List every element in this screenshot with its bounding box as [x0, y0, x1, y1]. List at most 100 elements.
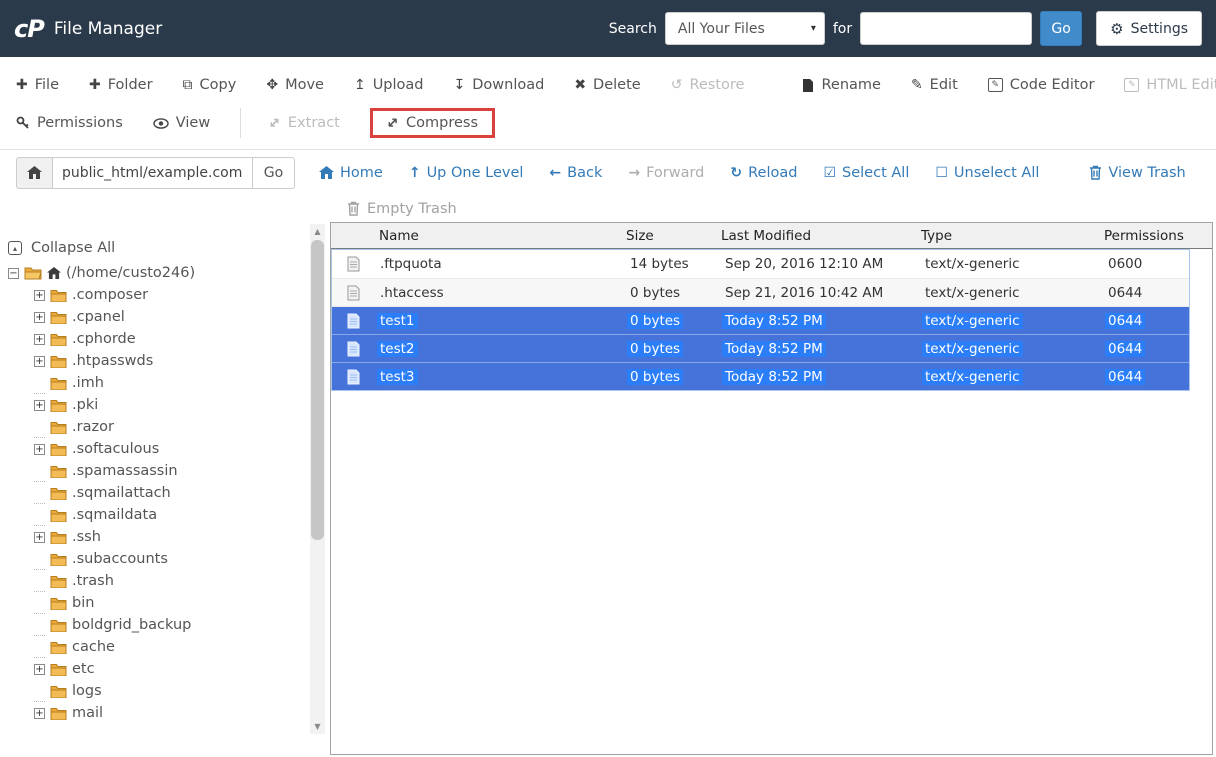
back-link[interactable]: ← Back	[549, 165, 602, 181]
expand-icon[interactable]	[34, 400, 45, 411]
tree-item[interactable]: boldgrid_backup	[0, 614, 330, 636]
tree-item[interactable]: .spamassassin	[0, 460, 330, 482]
column-header-name[interactable]: Name	[379, 228, 626, 244]
tree-item-label: .ssh	[72, 529, 101, 545]
file-button[interactable]: ✚ File	[16, 77, 59, 93]
tree-item[interactable]: .imh	[0, 372, 330, 394]
scrollbar-up-icon[interactable]: ▲	[310, 224, 325, 239]
scrollbar-down-icon[interactable]: ▼	[310, 719, 325, 734]
tree-item-label: .cphorde	[72, 331, 136, 347]
tree-item[interactable]: cache	[0, 636, 330, 658]
tree-item[interactable]: logs	[0, 680, 330, 702]
up-one-level-link[interactable]: ↑ Up One Level	[409, 165, 524, 181]
tree-item[interactable]: .sqmailattach	[0, 482, 330, 504]
compress-button[interactable]: ↔ Compress	[370, 108, 495, 138]
home-link[interactable]: Home	[319, 165, 383, 181]
tree-item[interactable]: .cphorde	[0, 328, 330, 350]
tree-item[interactable]: .razor	[0, 416, 330, 438]
permissions-button[interactable]: Permissions	[16, 115, 123, 131]
arrow-up-icon: ↑	[409, 165, 421, 181]
tree-item[interactable]: bin	[0, 592, 330, 614]
download-button[interactable]: ↧ Download	[454, 77, 545, 93]
settings-button[interactable]: ⚙ Settings	[1096, 11, 1202, 46]
view-button[interactable]: View	[153, 115, 210, 131]
folder-icon	[50, 487, 67, 500]
collapse-all-button[interactable]: ▴ Collapse All	[0, 236, 330, 262]
brand: cP File Manager	[14, 15, 162, 43]
move-button[interactable]: ✥ Move	[266, 77, 324, 93]
view-trash-link[interactable]: View Trash	[1089, 165, 1185, 181]
pencil-icon: ✎	[911, 77, 923, 93]
tree-item[interactable]: etc	[0, 658, 330, 680]
path-group: Go	[16, 157, 295, 189]
collapse-expander[interactable]	[8, 268, 19, 279]
download-label: Download	[472, 77, 544, 93]
table-row-selected[interactable]: test2 0 bytes Today 8:52 PM text/x-gener…	[332, 334, 1189, 362]
tree-item[interactable]: .htpasswds	[0, 350, 330, 372]
move-label: Move	[285, 77, 324, 93]
table-row[interactable]: .htaccess 0 bytes Sep 21, 2016 10:42 AM …	[332, 278, 1189, 306]
tree-item[interactable]: mail	[0, 702, 330, 724]
folder-button[interactable]: ✚ Folder	[89, 77, 153, 93]
open-folder-icon	[24, 266, 42, 280]
tree-item[interactable]: .sqmaildata	[0, 504, 330, 526]
folder-icon	[50, 531, 67, 544]
path-input[interactable]	[53, 157, 253, 189]
folder-icon	[50, 619, 67, 632]
tree-item-label: bin	[72, 595, 94, 611]
column-header-modified[interactable]: Last Modified	[721, 228, 921, 244]
copy-icon: ⧉	[183, 77, 193, 93]
tree-scrollbar[interactable]: ▲ ▼	[310, 224, 325, 734]
unselect-all-link[interactable]: ☐ Unselect All	[935, 165, 1039, 181]
expand-icon[interactable]	[34, 664, 45, 675]
code-editor-button[interactable]: ✎ Code Editor	[988, 77, 1095, 93]
path-go-button[interactable]: Go	[253, 157, 295, 189]
path-home-button[interactable]	[16, 157, 53, 189]
tree-connector	[34, 493, 45, 504]
compress-label: Compress	[406, 115, 478, 131]
tree-item[interactable]: .composer	[0, 284, 330, 306]
file-modified-cell: Sep 20, 2016 12:10 AM	[722, 256, 922, 272]
edit-button[interactable]: ✎ Edit	[911, 77, 958, 93]
expand-icon[interactable]	[34, 444, 45, 455]
document-icon	[347, 369, 377, 385]
rename-button[interactable]: Rename	[802, 77, 880, 93]
column-header-type[interactable]: Type	[921, 228, 1104, 244]
settings-label: Settings	[1131, 21, 1188, 37]
table-row-selected[interactable]: test3 0 bytes Today 8:52 PM text/x-gener…	[332, 362, 1189, 390]
tree-connector	[34, 691, 45, 702]
upload-button[interactable]: ↥ Upload	[354, 77, 424, 93]
select-all-link[interactable]: ☑ Select All	[823, 165, 909, 181]
column-header-size[interactable]: Size	[626, 228, 721, 244]
tree-item[interactable]: .trash	[0, 570, 330, 592]
delete-button[interactable]: ✖ Delete	[574, 77, 640, 93]
copy-button[interactable]: ⧉ Copy	[183, 77, 237, 93]
expand-icon[interactable]	[34, 334, 45, 345]
file-modified-cell: Today 8:52 PM	[722, 369, 922, 385]
table-row-selected[interactable]: test1 0 bytes Today 8:52 PM text/x-gener…	[332, 306, 1189, 334]
tree-item[interactable]: .ssh	[0, 526, 330, 548]
expand-icon[interactable]	[34, 356, 45, 367]
expand-icon[interactable]	[34, 312, 45, 323]
scrollbar-thumb[interactable]	[311, 240, 324, 540]
search-input[interactable]	[860, 12, 1032, 45]
expand-icon[interactable]	[34, 290, 45, 301]
tree-item[interactable]: .pki	[0, 394, 330, 416]
file-size-cell: 14 bytes	[627, 256, 722, 272]
tree-item-label: .sqmailattach	[72, 485, 171, 501]
trash-row: Empty Trash	[0, 195, 1216, 222]
collapse-icon: ▴	[8, 241, 22, 255]
main-area: ▴ Collapse All (/home/custo246) .compose…	[0, 222, 1216, 757]
column-header-permissions[interactable]: Permissions	[1104, 228, 1184, 244]
search-scope-select[interactable]: All Your Files ▾	[665, 12, 825, 45]
table-row[interactable]: .ftpquota 14 bytes Sep 20, 2016 12:10 AM…	[332, 250, 1189, 278]
tree-root[interactable]: (/home/custo246)	[0, 262, 330, 284]
search-go-button[interactable]: Go	[1040, 11, 1082, 46]
download-icon: ↧	[454, 77, 466, 93]
tree-item[interactable]: .subaccounts	[0, 548, 330, 570]
expand-icon[interactable]	[34, 532, 45, 543]
reload-link[interactable]: ↻ Reload	[730, 165, 797, 181]
tree-item[interactable]: .softaculous	[0, 438, 330, 460]
tree-item[interactable]: .cpanel	[0, 306, 330, 328]
expand-icon[interactable]	[34, 708, 45, 719]
